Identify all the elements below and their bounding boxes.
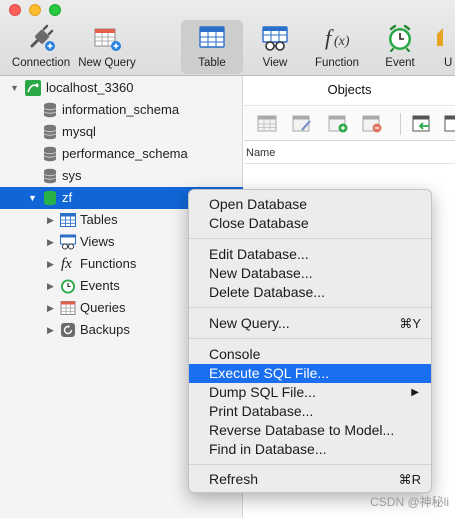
tree-connection-label: localhost_3360 (46, 80, 134, 95)
tree-db-mysql[interactable]: mysql (0, 121, 243, 143)
tree-item-label: Queries (80, 300, 126, 315)
column-header-name[interactable]: Name (244, 142, 455, 164)
disclosure-closed-icon[interactable]: ▶ (47, 253, 54, 275)
tree-db-label: mysql (62, 124, 96, 139)
toolbar-new-query-label: New Query (78, 57, 136, 69)
disclosure-closed-icon[interactable]: ▶ (47, 231, 54, 253)
database-context-menu: Open Database Close Database Edit Databa… (188, 189, 432, 493)
menu-find-in-database[interactable]: Find in Database... (189, 440, 431, 459)
toolbar-table-button[interactable]: Table (181, 20, 243, 74)
menu-open-database[interactable]: Open Database (189, 195, 431, 214)
menu-new-database[interactable]: New Database... (189, 264, 431, 283)
menu-print-database[interactable]: Print Database... (189, 402, 431, 421)
toolbar-event-label: Event (385, 57, 415, 69)
import-wizard-icon[interactable] (412, 115, 432, 133)
disclosure-open-icon[interactable]: ▼ (28, 187, 37, 209)
event-clock-icon (61, 279, 75, 294)
tree-item-label: Views (80, 234, 115, 249)
toolbar-connection-label: Connection (11, 57, 71, 69)
menu-shortcut: ⌘R (398, 472, 421, 487)
tree-item-label: Backups (80, 322, 130, 337)
menu-new-query[interactable]: New Query... ⌘Y (189, 314, 431, 333)
table-icon (199, 26, 225, 48)
query-icon (60, 301, 76, 315)
tree-db-label: sys (62, 168, 82, 183)
close-window-button[interactable] (9, 4, 21, 16)
database-icon (43, 146, 57, 162)
toolbar-new-query-button[interactable]: New Query (76, 20, 138, 74)
menu-separator (189, 238, 431, 239)
tree-db-label: information_schema (62, 102, 180, 117)
delete-table-icon[interactable] (362, 115, 382, 133)
menu-shortcut: ⌘Y (399, 316, 421, 331)
zoom-window-button[interactable] (49, 4, 61, 16)
database-open-icon (44, 190, 56, 206)
disclosure-closed-icon[interactable]: ▶ (47, 297, 54, 319)
user-icon (437, 28, 443, 46)
table-icon (60, 213, 76, 227)
submenu-arrow-icon: ▶ (411, 387, 419, 398)
svg-text:(x): (x) (334, 34, 350, 49)
toolbar-view-label: View (262, 57, 288, 69)
minimize-window-button[interactable] (29, 4, 41, 16)
new-table-icon[interactable] (328, 115, 348, 133)
database-icon (43, 168, 57, 184)
menu-item-label: New Query... (209, 315, 290, 331)
function-icon: f (x) (325, 25, 350, 50)
event-clock-icon (389, 24, 411, 52)
toolbar-function-label: Function (314, 57, 360, 69)
tree-connection-localhost[interactable]: ▼ localhost_3360 (0, 77, 243, 99)
tree-db-label: zf (62, 190, 73, 205)
menu-item-label: Refresh (209, 471, 259, 487)
toolbar-event-button[interactable]: Event (370, 20, 430, 74)
toolbar-connection-button[interactable]: Connection (6, 20, 76, 74)
menu-edit-database[interactable]: Edit Database... (189, 245, 431, 264)
csdn-watermark: CSDN @神秘li (370, 495, 449, 509)
menu-separator (189, 464, 431, 465)
toolbar-function-button[interactable]: f (x) Function (307, 20, 367, 74)
connection-plug-icon (30, 24, 55, 51)
menu-separator (189, 307, 431, 308)
tree-db-label: performance_schema (62, 146, 188, 161)
tree-db-performance-schema[interactable]: performance_schema (0, 143, 243, 165)
function-icon: fx (61, 256, 72, 272)
toolbar-table-label: Table (198, 57, 226, 69)
menu-refresh[interactable]: Refresh ⌘R (189, 470, 431, 489)
tree-item-label: Functions (80, 256, 137, 271)
menu-console[interactable]: Console (189, 345, 431, 364)
mysql-connection-icon (25, 80, 41, 96)
main-toolbar: Connection New Query Table View f (x) Fu… (0, 0, 455, 76)
backup-icon (61, 323, 75, 337)
tree-db-information-schema[interactable]: information_schema (0, 99, 243, 121)
disclosure-closed-icon[interactable]: ▶ (47, 319, 54, 341)
disclosure-open-icon[interactable]: ▼ (10, 77, 19, 99)
tree-item-label: Tables (80, 212, 118, 227)
database-icon (43, 102, 57, 118)
menu-item-label: Dump SQL File... (209, 384, 316, 400)
svg-text:f: f (325, 25, 334, 50)
tree-item-label: Events (80, 278, 120, 293)
view-icon (60, 234, 76, 250)
toolbar-user-button[interactable]: U (437, 20, 455, 74)
toolbar-user-label: U (444, 57, 453, 69)
objects-tab-title[interactable]: Objects (244, 76, 455, 106)
menu-close-database[interactable]: Close Database (189, 214, 431, 233)
menu-delete-database[interactable]: Delete Database... (189, 283, 431, 302)
menu-reverse-database-to-model[interactable]: Reverse Database to Model... (189, 421, 431, 440)
new-query-icon (94, 28, 121, 51)
objects-toolbar (244, 107, 455, 141)
disclosure-closed-icon[interactable]: ▶ (47, 209, 54, 231)
open-table-icon[interactable] (257, 115, 277, 133)
menu-execute-sql-file[interactable]: Execute SQL File... (189, 364, 431, 383)
disclosure-closed-icon[interactable]: ▶ (47, 275, 54, 297)
database-icon (43, 124, 57, 140)
tree-db-sys[interactable]: sys (0, 165, 243, 187)
toolbar-divider (400, 113, 401, 135)
menu-dump-sql-file[interactable]: Dump SQL File... ▶ (189, 383, 431, 402)
menu-separator (189, 338, 431, 339)
design-table-icon[interactable] (292, 115, 312, 133)
view-icon (262, 26, 288, 51)
toolbar-view-button[interactable]: View (245, 20, 305, 74)
export-wizard-icon[interactable] (444, 115, 455, 133)
